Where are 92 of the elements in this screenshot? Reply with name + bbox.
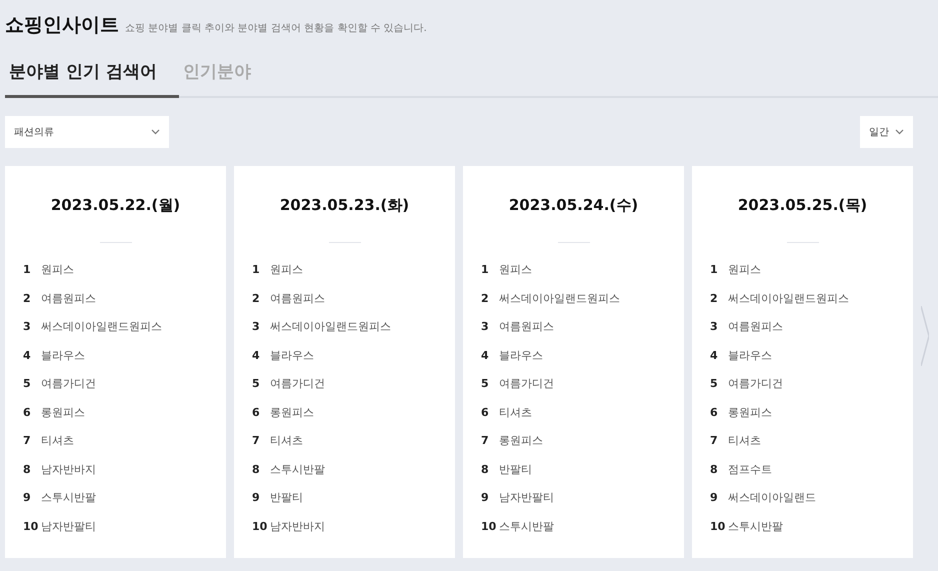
rank-number: 9 [481, 491, 490, 504]
chevron-down-icon [895, 129, 904, 135]
rank-number: 2 [481, 292, 490, 305]
keyword-link[interactable]: 써스데이아일랜드원피스 [728, 290, 849, 306]
keyword-link[interactable]: 써스데이아일랜드 [728, 490, 816, 506]
rank-number: 8 [710, 462, 719, 476]
card-date: 2023.05.24.(수) [508, 196, 640, 215]
keyword-link[interactable]: 블라우스 [728, 348, 772, 363]
keyword-link[interactable]: 써스데이아일랜드원피스 [499, 290, 620, 306]
rank-number: 10 [481, 520, 498, 533]
rank-number: 10 [710, 520, 726, 533]
keyword-link[interactable]: 써스데이아일랜드원피스 [41, 319, 162, 334]
rank-number: 1 [23, 263, 32, 276]
keyword-link[interactable]: 남자반팔티 [41, 518, 96, 534]
keyword-link[interactable]: 롱원피스 [728, 404, 772, 420]
rank-number: 8 [23, 462, 32, 476]
keyword-link[interactable]: 블라우스 [270, 348, 314, 363]
rank-number: 4 [23, 348, 32, 362]
rank-number: 2 [710, 292, 719, 305]
card-date: 2023.05.22.(월) [50, 196, 182, 215]
keyword-link[interactable]: 여름가디건 [270, 376, 325, 392]
rank-number: 5 [481, 377, 490, 390]
rank-number: 9 [23, 491, 32, 504]
keyword-link[interactable]: 티셔츠 [41, 433, 74, 448]
keyword-link[interactable]: 점프수트 [728, 462, 772, 477]
rank-number: 6 [252, 406, 261, 419]
keyword-link[interactable]: 스투시반팔 [270, 462, 325, 477]
keyword-link[interactable]: 스투시반팔 [41, 490, 96, 506]
keyword-link[interactable]: 스투시반팔 [728, 518, 783, 534]
rank-number: 7 [23, 434, 32, 448]
card-date: 2023.05.25.(목) [736, 196, 868, 215]
keyword-link[interactable]: 블라우스 [499, 348, 543, 363]
chevron-right-icon[interactable] [921, 306, 929, 366]
keyword-link[interactable]: 써스데이아일랜드원피스 [270, 319, 391, 334]
rank-number: 10 [252, 520, 268, 533]
rank-number: 10 [23, 520, 40, 533]
card-date: 2023.05.23.(화) [278, 196, 410, 215]
rank-number: 6 [481, 406, 490, 419]
keyword-link[interactable]: 여름원피스 [41, 290, 96, 306]
keyword-link[interactable]: 원피스 [499, 262, 532, 278]
keyword-link[interactable]: 남자반팔티 [499, 490, 554, 506]
rank-number: 5 [710, 377, 719, 390]
keyword-link[interactable]: 여름원피스 [499, 319, 554, 334]
keyword-link[interactable]: 티셔츠 [728, 433, 761, 448]
keyword-link[interactable]: 티셔츠 [499, 404, 532, 420]
rank-number: 5 [252, 377, 261, 390]
keyword-link[interactable]: 반팔티 [499, 462, 532, 477]
rank-number: 3 [252, 320, 261, 334]
keyword-link[interactable]: 원피스 [728, 262, 761, 278]
rank-number: 6 [23, 406, 32, 419]
keyword-link[interactable]: 여름원피스 [270, 290, 325, 306]
keyword-link[interactable]: 여름가디건 [499, 376, 554, 392]
rank-number: 3 [23, 320, 32, 334]
keyword-link[interactable]: 티셔츠 [270, 433, 303, 448]
rank-number: 4 [252, 348, 261, 362]
rank-number: 1 [710, 263, 719, 276]
rank-number: 4 [710, 348, 719, 362]
keyword-link[interactable]: 블라우스 [41, 348, 85, 363]
rank-number: 9 [252, 491, 261, 504]
rank-number: 2 [23, 292, 32, 305]
rank-number: 7 [252, 434, 261, 448]
keyword-link[interactable]: 여름가디건 [41, 376, 96, 392]
category-dropdown[interactable]: 패션의류 [5, 116, 169, 148]
rank-number: 5 [23, 377, 32, 390]
rank-number: 3 [710, 320, 719, 334]
rank-number: 8 [252, 462, 261, 476]
keyword-link[interactable]: 반팔티 [270, 490, 303, 506]
rank-number: 7 [481, 434, 490, 448]
period-dropdown[interactable]: 일간 [860, 116, 913, 148]
rank-number: 3 [481, 320, 490, 334]
keyword-link[interactable]: 롱원피스 [41, 404, 85, 420]
keyword-link[interactable]: 여름원피스 [728, 319, 783, 334]
rank-number: 9 [710, 491, 719, 504]
rank-number: 1 [481, 263, 490, 276]
keyword-link[interactable]: 원피스 [270, 262, 303, 278]
rank-number: 8 [481, 462, 490, 476]
page-title: 쇼핑인사이트 [5, 13, 119, 38]
keyword-link[interactable]: 스투시반팔 [499, 518, 554, 534]
keyword-link[interactable]: 롱원피스 [270, 404, 314, 420]
tab[interactable]: 분야별 인기 검색어 [5, 60, 179, 98]
rank-number: 2 [252, 292, 261, 305]
rank-number: 1 [252, 263, 261, 276]
rank-number: 6 [710, 406, 719, 419]
page-subtitle: 쇼핑 분야별 클릭 추이와 분야별 검색어 현황을 확인할 수 있습니다. [125, 22, 427, 35]
keyword-link[interactable]: 남자반바지 [41, 462, 96, 477]
rank-number: 4 [481, 348, 490, 362]
keyword-link[interactable]: 원피스 [41, 262, 74, 278]
rank-number: 7 [710, 434, 719, 448]
keyword-link[interactable]: 여름가디건 [728, 376, 783, 392]
keyword-link[interactable]: 남자반바지 [270, 518, 325, 534]
chevron-down-icon [151, 129, 160, 135]
keyword-link[interactable]: 롱원피스 [499, 433, 543, 448]
